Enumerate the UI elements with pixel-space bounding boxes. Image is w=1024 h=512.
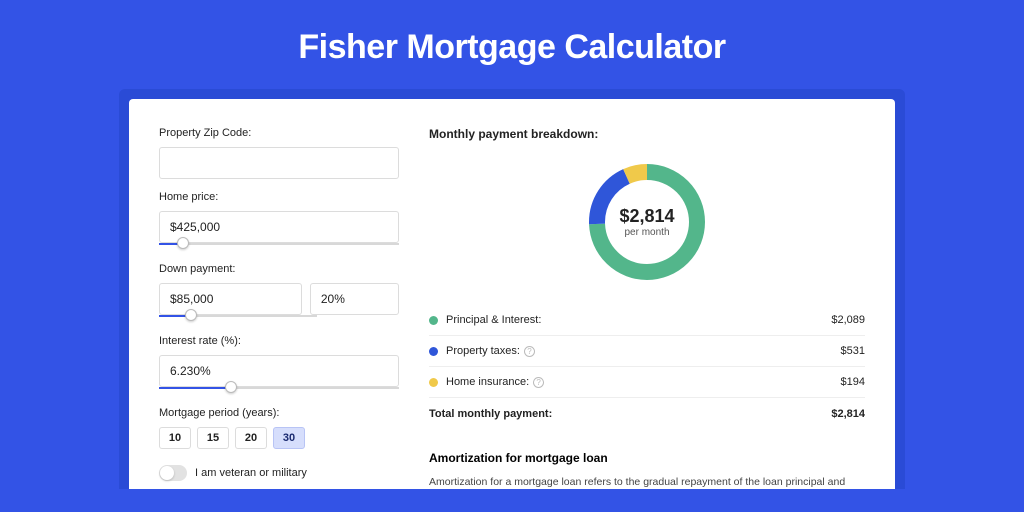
down-payment-block: Down payment: (159, 263, 399, 323)
period-btn-20[interactable]: 20 (235, 427, 267, 449)
home-price-block: Home price: (159, 191, 399, 251)
interest-slider-thumb[interactable] (225, 381, 237, 393)
period-options: 10 15 20 30 (159, 427, 399, 449)
breakdown-panel: Monthly payment breakdown: $2,814 per mo… (429, 127, 865, 489)
breakdown-total-label: Total monthly payment: (429, 408, 831, 420)
zip-block: Property Zip Code: (159, 127, 399, 179)
interest-label: Interest rate (%): (159, 335, 399, 347)
form-panel: Property Zip Code: Home price: Down paym… (159, 127, 399, 489)
breakdown-row-label: Property taxes:? (446, 345, 841, 357)
zip-label: Property Zip Code: (159, 127, 399, 139)
breakdown-row-value: $194 (841, 376, 865, 388)
amortization-section: Amortization for mortgage loan Amortizat… (429, 451, 865, 489)
home-price-label: Home price: (159, 191, 399, 203)
legend-dot-icon (429, 347, 438, 356)
donut-amount: $2,814 (619, 206, 674, 227)
period-btn-15[interactable]: 15 (197, 427, 229, 449)
legend-dot-icon (429, 316, 438, 325)
period-btn-10[interactable]: 10 (159, 427, 191, 449)
breakdown-row-label: Principal & Interest: (446, 314, 831, 326)
breakdown-row-label: Home insurance:? (446, 376, 841, 388)
donut-chart-wrap: $2,814 per month (429, 157, 865, 287)
breakdown-rows: Principal & Interest:$2,089Property taxe… (429, 305, 865, 398)
calculator-card: Property Zip Code: Home price: Down paym… (129, 99, 895, 489)
interest-slider[interactable] (159, 383, 399, 395)
breakdown-row-value: $531 (841, 345, 865, 357)
breakdown-total-value: $2,814 (831, 408, 865, 420)
down-payment-pct-input[interactable] (310, 283, 399, 315)
period-block: Mortgage period (years): 10 15 20 30 (159, 407, 399, 449)
info-icon[interactable]: ? (524, 346, 535, 357)
down-payment-label: Down payment: (159, 263, 399, 275)
breakdown-row: Principal & Interest:$2,089 (429, 305, 865, 336)
amortization-body: Amortization for a mortgage loan refers … (429, 475, 865, 489)
period-btn-30[interactable]: 30 (273, 427, 305, 449)
breakdown-row-value: $2,089 (831, 314, 865, 326)
donut-center: $2,814 per month (582, 157, 712, 287)
zip-input[interactable] (159, 147, 399, 179)
veteran-label: I am veteran or military (195, 467, 307, 479)
interest-block: Interest rate (%): (159, 335, 399, 395)
info-icon[interactable]: ? (533, 377, 544, 388)
breakdown-total-row: Total monthly payment: $2,814 (429, 398, 865, 429)
legend-dot-icon (429, 378, 438, 387)
donut-sub: per month (624, 227, 669, 238)
breakdown-row: Property taxes:?$531 (429, 336, 865, 367)
veteran-toggle[interactable] (159, 465, 187, 481)
toggle-knob (160, 466, 174, 480)
card-outer: Property Zip Code: Home price: Down paym… (119, 89, 905, 489)
amortization-heading: Amortization for mortgage loan (429, 451, 865, 465)
down-payment-slider-thumb[interactable] (185, 309, 197, 321)
period-label: Mortgage period (years): (159, 407, 399, 419)
breakdown-heading: Monthly payment breakdown: (429, 127, 865, 141)
donut-chart: $2,814 per month (582, 157, 712, 287)
breakdown-row: Home insurance:?$194 (429, 367, 865, 398)
home-price-slider-thumb[interactable] (177, 237, 189, 249)
down-payment-slider[interactable] (159, 311, 317, 323)
home-price-slider[interactable] (159, 239, 399, 251)
page-title: Fisher Mortgage Calculator (0, 0, 1024, 89)
veteran-row: I am veteran or military (159, 465, 399, 481)
